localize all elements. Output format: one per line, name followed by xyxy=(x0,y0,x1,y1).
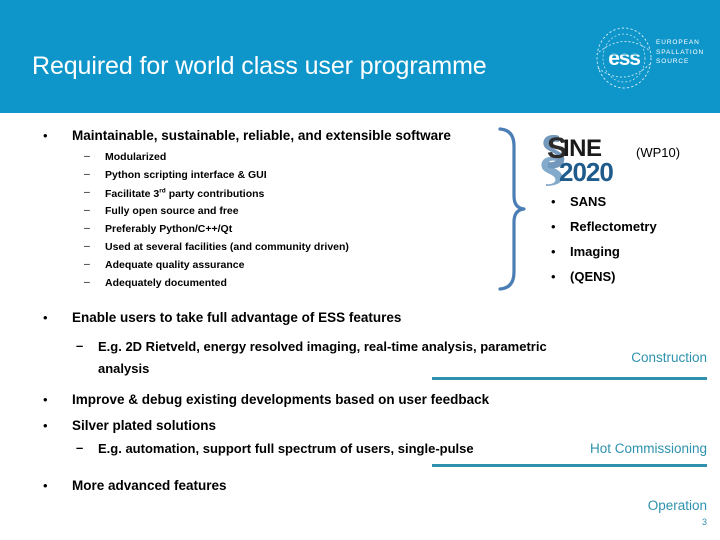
sub-bullet-dash: – xyxy=(84,168,90,180)
sub-bullet-1-2: – Python scripting interface & GUI xyxy=(84,168,267,181)
ess-logo-text: EUROPEAN SPALLATION SOURCE xyxy=(656,38,704,67)
bullet-marker: • xyxy=(43,310,48,325)
ess-logo-line2: SPALLATION xyxy=(656,48,705,56)
sub-bullet-1-7: – Adequate quality assurance xyxy=(84,258,245,271)
sub-bullet-text: E.g. automation, support full spectrum o… xyxy=(98,441,474,456)
technique-label: Imaging xyxy=(570,244,620,259)
ess-logo: ess EUROPEAN SPALLATION SOURCE xyxy=(592,24,710,92)
svg-text:ess: ess xyxy=(608,47,640,70)
bullet-text: More advanced features xyxy=(72,478,227,493)
bullet-text: Maintainable, sustainable, reliable, and… xyxy=(72,128,451,143)
sub-bullet-1-5: – Preferably Python/C++/Qt xyxy=(84,222,233,235)
timeline-phase-construction: Construction xyxy=(430,350,707,365)
bullet-text: Improve & debug existing developments ba… xyxy=(72,392,490,407)
technique-item-3: • Imaging xyxy=(551,244,620,259)
ess-logo-line3: SOURCE xyxy=(656,58,690,65)
bullet-item-3: • Improve & debug existing developments … xyxy=(43,392,490,407)
bullet-marker: • xyxy=(43,392,48,407)
bullet-text: Silver plated solutions xyxy=(72,418,217,433)
sub-bullet-text: Adequate quality assurance xyxy=(105,259,245,271)
page-number: 3 xyxy=(701,517,707,527)
ess-logo-mark: ess xyxy=(596,27,652,89)
sub-bullet-text: Used at several facilities (and communit… xyxy=(105,241,349,253)
timeline-phase-label: Hot Commissioning xyxy=(589,441,707,456)
bullet-text: Enable users to take full advantage of E… xyxy=(72,310,402,325)
sub-bullet-text: Python scripting interface & GUI xyxy=(105,169,267,181)
wp-label: (WP10) xyxy=(636,145,681,160)
bullet-marker: • xyxy=(551,269,556,284)
bullet-item-1: • Maintainable, sustainable, reliable, a… xyxy=(43,128,451,143)
timeline-rule-construction xyxy=(432,377,707,380)
bullet-item-5: • More advanced features xyxy=(43,478,227,493)
technique-label: SANS xyxy=(570,194,607,209)
sub-bullet-dash: – xyxy=(84,204,90,216)
technique-item-2: • Reflectometry xyxy=(551,219,657,234)
sine2020-logo: S INE 2020 xyxy=(541,132,614,187)
technique-label: Reflectometry xyxy=(570,219,657,234)
timeline-phase-hot-commissioning: Hot Commissioning xyxy=(430,441,707,456)
sub-bullet-1-6: – Used at several facilities (and commun… xyxy=(84,240,349,253)
sub-bullet-1-4: – Fully open source and free xyxy=(84,204,239,217)
bullet-item-2: • Enable users to take full advantage of… xyxy=(43,310,402,325)
bullet-marker: • xyxy=(551,244,556,259)
sub-bullet-dash: – xyxy=(84,222,90,234)
sub-bullet-dash: – xyxy=(76,440,84,455)
sub-bullet-text: Facilitate 3rd party contributions xyxy=(105,187,265,200)
timeline-phase-operation: Operation xyxy=(430,498,707,513)
bullet-marker: • xyxy=(43,478,48,493)
page-title: Required for world class user programme xyxy=(32,52,487,80)
sub-bullet-dash: – xyxy=(84,240,90,252)
bullet-marker: • xyxy=(551,219,556,234)
sub-bullet-dash: – xyxy=(84,276,90,288)
curly-brace-icon xyxy=(498,127,526,291)
sub-bullet-dash: – xyxy=(84,186,90,198)
sub-bullet-text: Fully open source and free xyxy=(105,205,239,217)
sub-bullet-1-3: – Facilitate 3rd party contributions xyxy=(84,186,265,200)
sub-bullet-text: Preferably Python/C++/Qt xyxy=(105,223,233,235)
ess-logo-line1: EUROPEAN xyxy=(656,39,700,46)
sub-bullet-1-8: – Adequately documented xyxy=(84,276,227,289)
technique-item-4: • (QENS) xyxy=(551,269,616,284)
bullet-marker: • xyxy=(43,128,48,143)
timeline-phase-label: Construction xyxy=(631,350,707,365)
sub-bullet-dash: – xyxy=(76,338,84,353)
svg-text:2020: 2020 xyxy=(559,157,613,187)
technique-label: (QENS) xyxy=(570,269,616,284)
timeline-phase-label: Operation xyxy=(647,498,707,513)
sub-bullet-dash: – xyxy=(84,258,90,270)
bullet-marker: • xyxy=(43,418,48,433)
timeline-rule-hot-commissioning xyxy=(432,464,707,467)
sub-bullet-text: Adequately documented xyxy=(105,277,227,289)
sub-bullet-4-1: – E.g. automation, support full spectrum… xyxy=(76,440,474,456)
bullet-marker: • xyxy=(551,194,556,209)
sub-bullet-text: Modularized xyxy=(105,151,167,163)
sub-bullet-1-1: – Modularized xyxy=(84,150,167,163)
sub-bullet-dash: – xyxy=(84,150,90,162)
bullet-item-4: • Silver plated solutions xyxy=(43,418,217,433)
technique-item-1: • SANS xyxy=(551,194,607,209)
